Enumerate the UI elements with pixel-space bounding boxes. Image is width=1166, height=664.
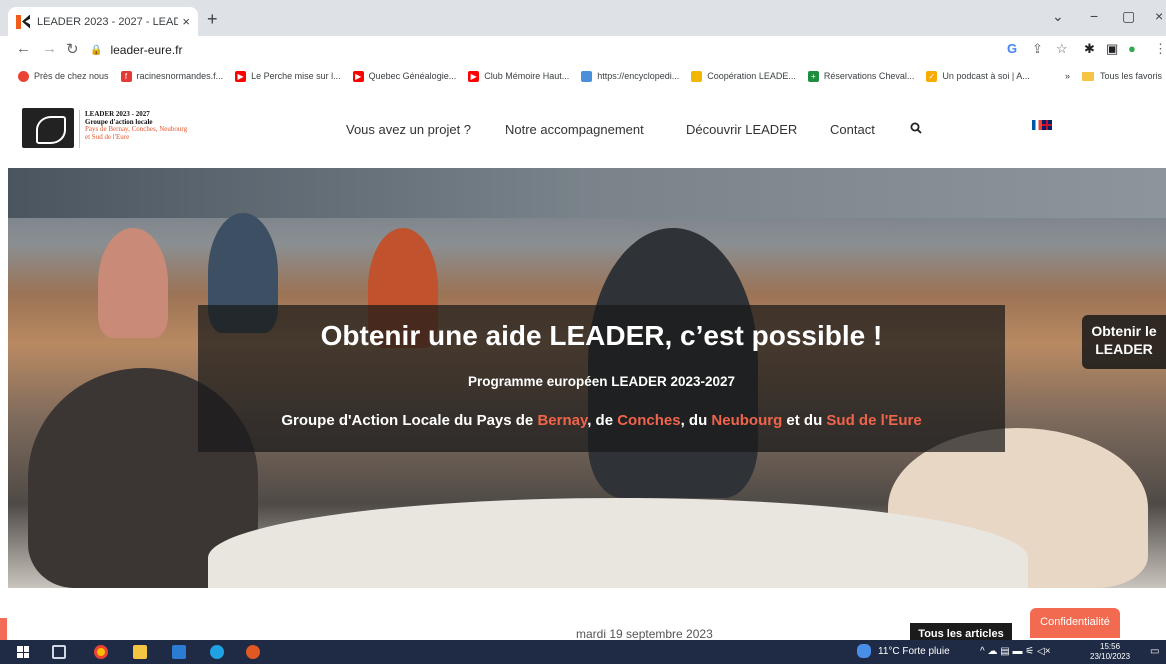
nav-notre-accompagnement[interactable]: Notre accompagnement [505, 122, 644, 137]
bookmark-item[interactable]: Coopération LEADE... [691, 70, 796, 82]
bookmark-item[interactable]: ▶ Club Mémoire Haut... [468, 70, 569, 82]
task-view-icon[interactable] [52, 645, 66, 659]
edge-icon[interactable] [210, 645, 224, 659]
leader-favicon-icon [16, 14, 30, 29]
search-icon[interactable] [910, 122, 922, 134]
tab-search-icon[interactable]: ⌄ [1052, 8, 1064, 25]
reload-icon[interactable]: ↻ [66, 40, 79, 58]
bookmark-star-icon[interactable]: ☆ [1056, 41, 1068, 57]
menu-icon[interactable]: ⋮ [1154, 41, 1166, 57]
youtube-icon: ▶ [352, 70, 364, 82]
address-bar[interactable]: 🔒 leader-eure.fr [90, 39, 990, 61]
windows-start-icon[interactable] [17, 646, 29, 658]
share-icon[interactable]: ⇪ [1032, 41, 1043, 57]
close-window-button[interactable]: × [1155, 8, 1163, 24]
bookmark-item[interactable]: ▶ Quebec Généalogie... [352, 70, 456, 82]
hero-photo-person [98, 228, 168, 338]
file-explorer-icon[interactable] [133, 645, 147, 659]
left-edge-tab[interactable] [0, 618, 7, 640]
tab-title: LEADER 2023 - 2027 - LEADER d [37, 15, 179, 28]
weather-icon[interactable] [857, 644, 871, 658]
close-tab-icon[interactable]: × [182, 14, 190, 29]
hero-banner: Obtenir une aide LEADER, c’est possible … [8, 168, 1166, 588]
privacy-button[interactable]: Confidentialité [1030, 608, 1120, 638]
f-icon: f [120, 70, 132, 82]
youtube-icon: ▶ [468, 70, 480, 82]
check-icon: ✓ [926, 70, 938, 82]
logo-text[interactable]: LEADER 2023 - 2027 Groupe d'action local… [85, 110, 187, 141]
place-bernay: Bernay [537, 412, 588, 429]
url-text: leader-eure.fr [110, 43, 183, 57]
new-tab-button[interactable]: + [207, 9, 218, 30]
place-sud-eure: Sud de l'Eure [826, 412, 922, 429]
extensions-icon[interactable]: ✱ [1084, 41, 1095, 57]
hero-title: Obtenir une aide LEADER, c’est possible … [320, 320, 883, 351]
lock-icon: 🔒 [90, 44, 103, 56]
hero-photo-wall [8, 168, 1166, 218]
bookmark-item[interactable]: ✓ Un podcast à soi | A... [926, 70, 1030, 82]
french-flag-icon[interactable] [1032, 120, 1042, 130]
profile-icon[interactable]: ● [1128, 41, 1136, 56]
notifications-icon[interactable]: ▭ [1150, 646, 1159, 657]
all-articles-button[interactable]: Tous les articles [910, 623, 1012, 641]
tray-icons[interactable]: ^ ☁ ▤ ▬ ⚟ ◁× [980, 646, 1051, 657]
bookmarks-overflow: » Tous les favoris [1058, 64, 1166, 88]
maximize-button[interactable]: ▢ [1122, 8, 1135, 25]
logo-divider [79, 110, 80, 148]
hero-subtitle: Programme européen LEADER 2023-2027 [467, 374, 736, 389]
bookmark-item[interactable]: + Réservations Cheval... [807, 70, 914, 82]
bookmarks-bar: Près de chez nous f racinesnormandes.f...… [0, 64, 1166, 88]
chrome-icon[interactable] [94, 645, 108, 659]
system-clock[interactable]: 15:56 23/10/2023 [1090, 642, 1130, 662]
o-icon [18, 70, 29, 82]
leaf-icon [691, 70, 703, 82]
uk-flag-icon[interactable] [1042, 120, 1052, 130]
nav-decouvrir-leader[interactable]: Découvrir LEADER [686, 122, 797, 137]
youtube-icon: ▶ [235, 70, 247, 82]
language-switcher [1032, 120, 1052, 130]
bookmark-item[interactable]: f racinesnormandes.f... [120, 70, 223, 82]
outlook-icon[interactable] [172, 645, 186, 659]
windows-taskbar: 11°C Forte pluie ^ ☁ ▤ ▬ ⚟ ◁× 15:56 23/1… [0, 640, 1166, 664]
bookmark-item[interactable]: ▶ Le Perche mise sur l... [235, 70, 341, 82]
more-bookmarks-button[interactable]: » [1065, 71, 1070, 81]
logo-line-eure: et Sud de l'Eure [85, 132, 130, 141]
forward-icon[interactable]: → [42, 40, 57, 57]
google-icon[interactable]: G [1007, 41, 1017, 56]
bookmark-item[interactable]: Près de chez nous [18, 70, 109, 82]
place-neubourg: Neubourg [711, 412, 783, 429]
firefox-icon[interactable] [246, 645, 260, 659]
article-date: mardi 19 septembre 2023 [576, 627, 713, 641]
address-toolbar: ← → ↻ 🔒 leader-eure.fr G ⇪ ☆ ✱ ▣ ● ⋮ [0, 36, 1166, 64]
site-header: LEADER 2023 - 2027 Groupe d'action local… [0, 88, 1166, 168]
minimize-button[interactable]: − [1090, 8, 1098, 24]
side-panel-icon[interactable]: ▣ [1106, 41, 1118, 57]
leader-logo[interactable] [22, 108, 74, 148]
hero-tagline: Groupe d'Action Locale du Pays de Bernay… [281, 412, 922, 429]
side-slide-panel[interactable]: Obtenir le LEADER [1082, 315, 1166, 369]
wiki-icon [581, 70, 593, 82]
weather-text[interactable]: 11°C Forte pluie [878, 646, 950, 657]
browser-tab[interactable]: LEADER 2023 - 2027 - LEADER d × [8, 7, 198, 36]
nav-vous-avez-un-projet[interactable]: Vous avez un projet ? [346, 122, 471, 137]
all-bookmarks-folder[interactable]: Tous les favoris [1100, 71, 1166, 81]
nav-contact[interactable]: Contact [830, 122, 875, 137]
browser-tab-strip: LEADER 2023 - 2027 - LEADER d × + ⌄ − ▢ … [0, 0, 1166, 36]
back-icon[interactable]: ← [16, 40, 31, 57]
bookmark-item[interactable]: https://encyclopedi... [581, 70, 679, 82]
plus-icon: + [807, 70, 819, 82]
folder-icon [1081, 71, 1094, 81]
place-conches: Conches [617, 412, 681, 429]
